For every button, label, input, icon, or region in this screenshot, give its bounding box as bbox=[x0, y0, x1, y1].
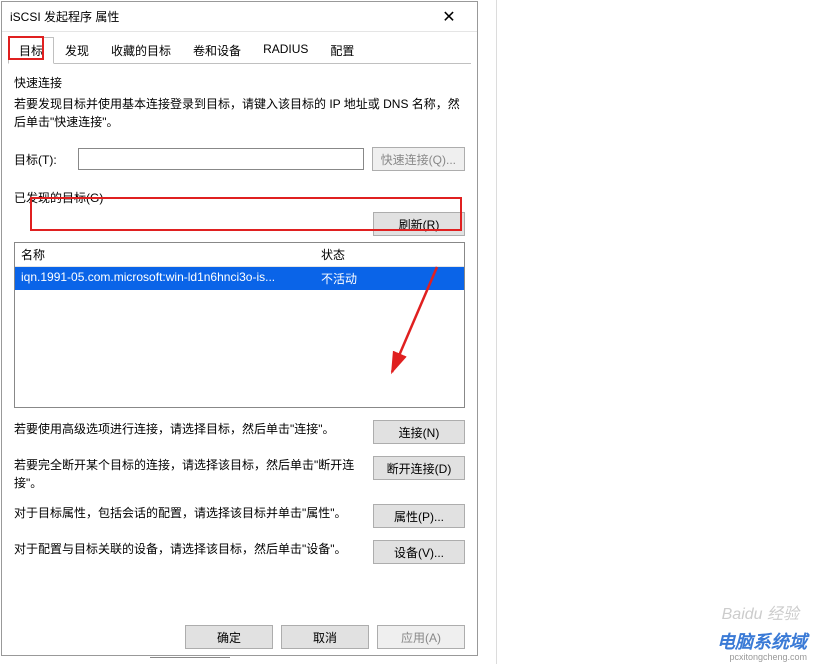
close-button[interactable]: ✕ bbox=[429, 3, 469, 31]
cancel-button[interactable]: 取消 bbox=[281, 625, 369, 649]
tab-target[interactable]: 目标 bbox=[8, 37, 54, 64]
decorative-line bbox=[150, 657, 230, 658]
refresh-button[interactable]: 刷新(R) bbox=[373, 212, 465, 236]
tab-strip: 目标 发现 收藏的目标 卷和设备 RADIUS 配置 bbox=[8, 36, 471, 64]
properties-button[interactable]: 属性(P)... bbox=[373, 504, 465, 528]
connect-button[interactable]: 连接(N) bbox=[373, 420, 465, 444]
action-connect-row: 若要使用高级选项进行连接，请选择目标，然后单击"连接"。 连接(N) bbox=[14, 420, 465, 444]
col-header-status[interactable]: 状态 bbox=[315, 243, 464, 266]
discovered-title: 已发现的目标(G) bbox=[14, 189, 465, 206]
action-disconnect-row: 若要完全断开某个目标的连接，请选择该目标，然后单击"断开连接"。 断开连接(D) bbox=[14, 456, 465, 492]
target-label: 目标(T): bbox=[14, 151, 70, 168]
action-connect-text: 若要使用高级选项进行连接，请选择目标，然后单击"连接"。 bbox=[14, 420, 361, 438]
action-devices-text: 对于配置与目标关联的设备，请选择该目标，然后单击"设备"。 bbox=[14, 540, 361, 558]
action-disconnect-text: 若要完全断开某个目标的连接，请选择该目标，然后单击"断开连接"。 bbox=[14, 456, 361, 492]
list-item-name: iqn.1991-05.com.microsoft:win-ld1n6hnci3… bbox=[15, 267, 315, 290]
tab-discovery[interactable]: 发现 bbox=[54, 37, 100, 64]
discovered-list[interactable]: 名称 状态 iqn.1991-05.com.microsoft:win-ld1n… bbox=[14, 242, 465, 408]
watermark-url: pcxitongcheng.com bbox=[729, 652, 807, 662]
watermark-site: 电脑系统域 bbox=[717, 628, 807, 654]
tab-favorites[interactable]: 收藏的目标 bbox=[100, 37, 182, 64]
quick-connect-title: 快速连接 bbox=[14, 74, 465, 91]
disconnect-button[interactable]: 断开连接(D) bbox=[373, 456, 465, 480]
col-header-name[interactable]: 名称 bbox=[15, 243, 315, 266]
decorative-divider bbox=[496, 0, 497, 664]
target-input[interactable] bbox=[78, 148, 364, 170]
action-devices-row: 对于配置与目标关联的设备，请选择该目标，然后单击"设备"。 设备(V)... bbox=[14, 540, 465, 564]
tab-volumes[interactable]: 卷和设备 bbox=[182, 37, 252, 64]
list-header: 名称 状态 bbox=[15, 243, 464, 267]
action-properties-text: 对于目标属性，包括会话的配置，请选择该目标并单击"属性"。 bbox=[14, 504, 361, 522]
tab-radius[interactable]: RADIUS bbox=[252, 37, 319, 64]
tab-content: 快速连接 若要发现目标并使用基本连接登录到目标，请键入该目标的 IP 地址或 D… bbox=[2, 64, 477, 574]
iscsi-properties-dialog: iSCSI 发起程序 属性 ✕ 目标 发现 收藏的目标 卷和设备 RADIUS … bbox=[1, 1, 478, 656]
apply-button: 应用(A) bbox=[377, 625, 465, 649]
list-item[interactable]: iqn.1991-05.com.microsoft:win-ld1n6hnci3… bbox=[15, 267, 464, 290]
watermark-baidu: Baidu 经验 bbox=[722, 600, 799, 624]
quick-connect-desc: 若要发现目标并使用基本连接登录到目标，请键入该目标的 IP 地址或 DNS 名称… bbox=[14, 95, 465, 131]
dialog-footer: 确定 取消 应用(A) bbox=[185, 625, 465, 649]
list-item-status: 不活动 bbox=[315, 267, 464, 290]
action-properties-row: 对于目标属性，包括会话的配置，请选择该目标并单击"属性"。 属性(P)... bbox=[14, 504, 465, 528]
close-icon: ✕ bbox=[442, 7, 455, 27]
quick-connect-button: 快速连接(Q)... bbox=[372, 147, 465, 171]
tab-config[interactable]: 配置 bbox=[319, 37, 365, 64]
window-title: iSCSI 发起程序 属性 bbox=[10, 8, 429, 25]
ok-button[interactable]: 确定 bbox=[185, 625, 273, 649]
devices-button[interactable]: 设备(V)... bbox=[373, 540, 465, 564]
titlebar: iSCSI 发起程序 属性 ✕ bbox=[2, 2, 477, 32]
target-row: 目标(T): 快速连接(Q)... bbox=[14, 147, 465, 171]
